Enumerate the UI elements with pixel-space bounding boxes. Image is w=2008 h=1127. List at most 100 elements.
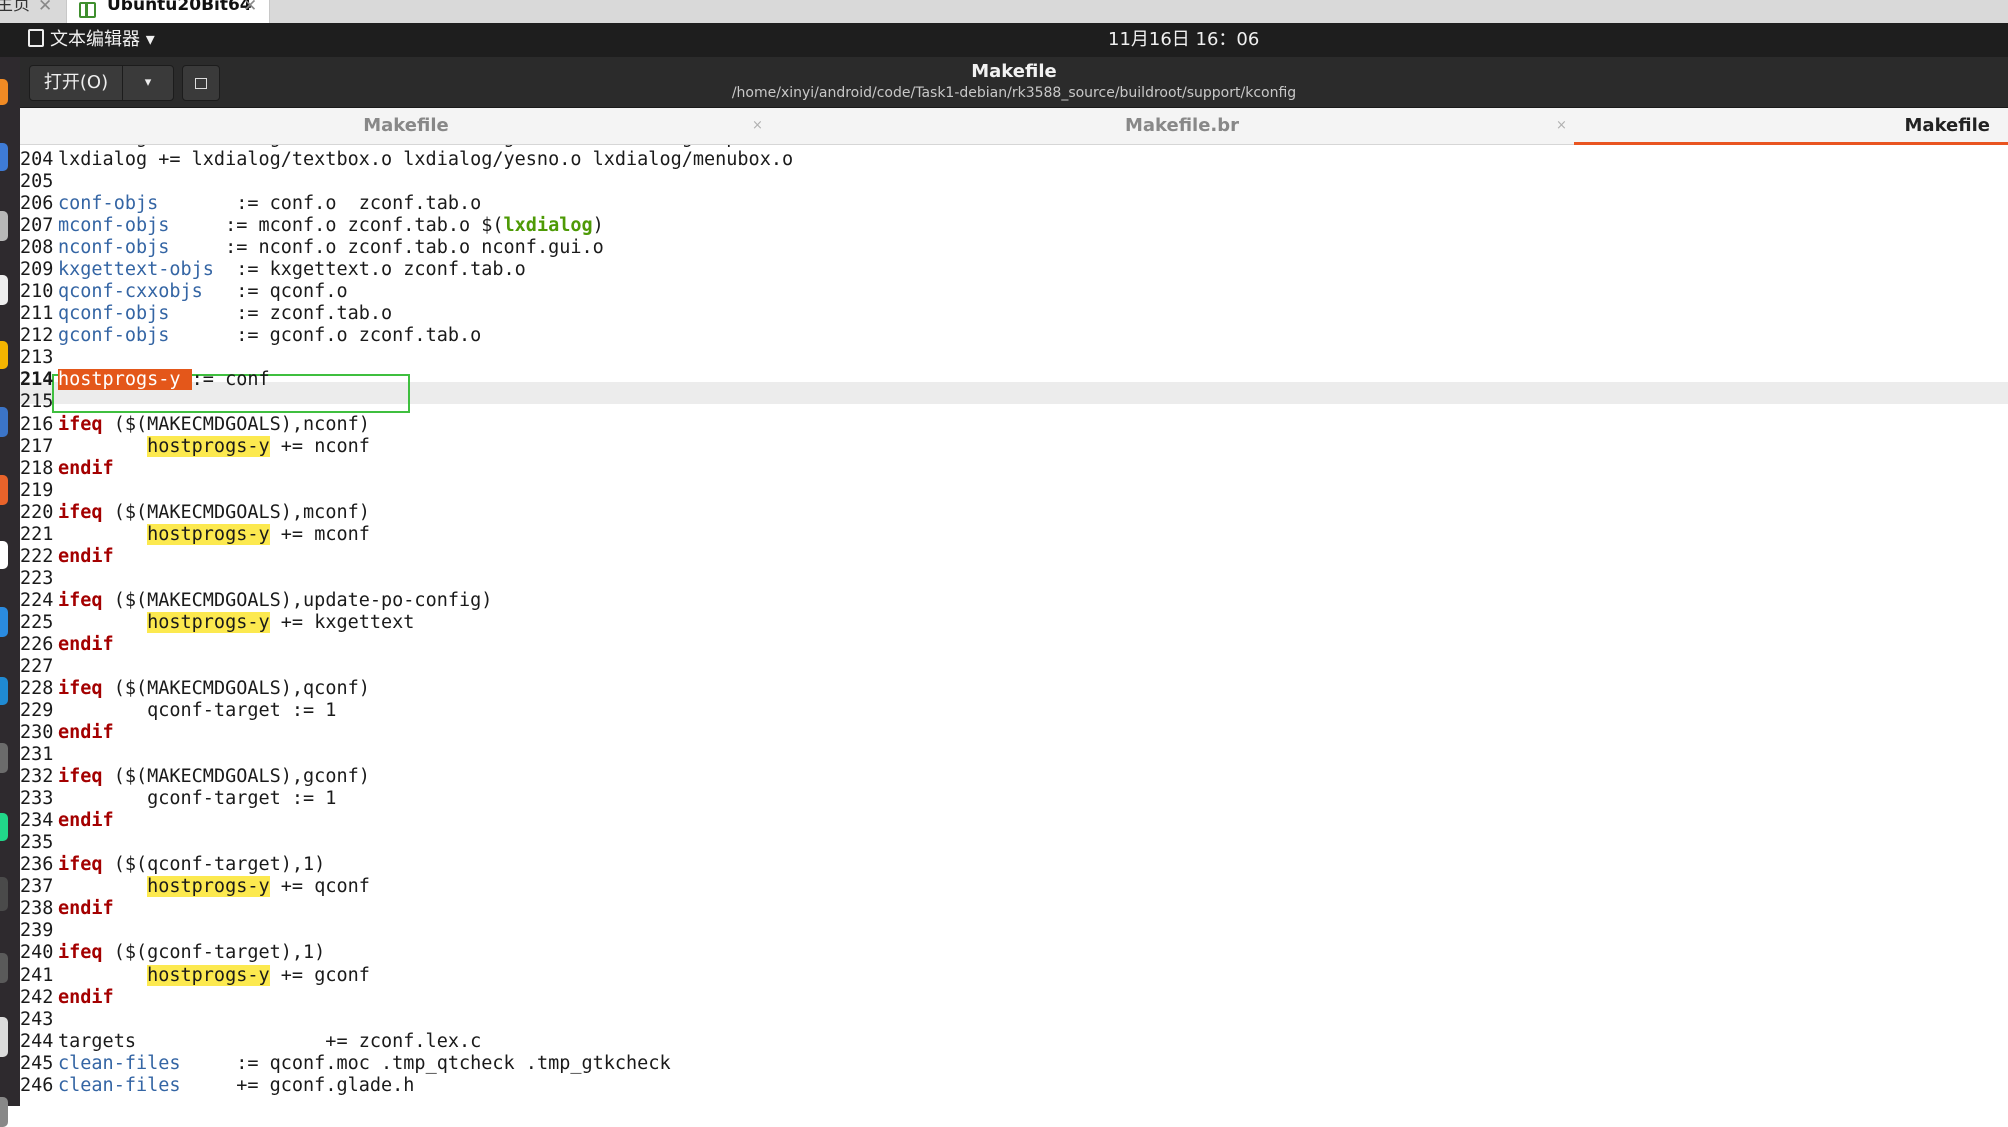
code-line[interactable]: 218 endif xyxy=(20,458,2008,480)
code-token: += gconf xyxy=(269,964,370,986)
code-line[interactable]: 240 ifeq ($(gconf-target),1) xyxy=(20,942,2008,964)
vm-tab-home[interactable]: 主页 ✕ xyxy=(0,0,60,23)
vm-tab-ubuntu-close-icon[interactable]: ✕ xyxy=(243,0,257,16)
code-line[interactable]: 237 hostprogs-y += qconf xyxy=(20,876,2008,898)
code-line[interactable]: 234 endif xyxy=(20,810,2008,832)
code-text: mconf-objs := mconf.o zconf.tab.o $(lxdi… xyxy=(58,215,604,237)
system-top-bar: 文本编辑器 ▾ 11月16日 16：06 xyxy=(0,23,2008,57)
code-line[interactable]: 205 xyxy=(20,171,2008,193)
keyword-token: endif xyxy=(58,898,114,920)
terminal-icon[interactable] xyxy=(0,275,8,305)
code-line[interactable]: 236 ifeq ($(qconf-target),1) xyxy=(20,854,2008,876)
tab-makefile-active[interactable]: Makefile xyxy=(1574,108,2008,145)
chrome-icon[interactable] xyxy=(0,607,8,637)
clock[interactable]: 11月16日 16：06 xyxy=(1108,23,1259,57)
code-line[interactable]: 242 endif xyxy=(20,987,2008,1009)
files-icon[interactable] xyxy=(0,813,8,841)
code-line[interactable]: 217 hostprogs-y += nconf xyxy=(20,435,2008,458)
search-match: hostprogs-y xyxy=(147,611,270,633)
thunderbird-icon[interactable] xyxy=(0,143,8,171)
app-icon[interactable] xyxy=(0,1017,8,1057)
code-line[interactable]: 223 xyxy=(20,568,2008,590)
code-line[interactable]: 227 xyxy=(20,656,2008,678)
line-number: 211 xyxy=(20,303,54,325)
code-line[interactable]: 216 ifeq ($(MAKECMDGOALS),nconf) xyxy=(20,414,2008,436)
code-token: lxdialog := lxdialog/checklist.o lxdialo… xyxy=(58,145,815,148)
code-line[interactable]: 243 xyxy=(20,1009,2008,1031)
code-text: endif xyxy=(58,987,114,1009)
show-apps-icon[interactable] xyxy=(0,953,8,983)
code-token: += nconf xyxy=(269,435,370,457)
code-line[interactable]: 209 kxgettext-objs := kxgettext.o zconf.t… xyxy=(20,259,2008,281)
code-line[interactable]: 220 ifeq ($(MAKECMDGOALS),mconf) xyxy=(20,502,2008,524)
code-line[interactable]: 230 endif xyxy=(20,722,2008,744)
code-line[interactable]: 219 xyxy=(20,480,2008,502)
libreoffice-writer-icon[interactable] xyxy=(0,407,8,437)
keyword-token: ifeq xyxy=(58,678,103,699)
code-line[interactable]: 214 hostprogs-y := conf xyxy=(20,369,2008,391)
code-line[interactable]: 238 endif xyxy=(20,898,2008,920)
code-text: hostprogs-y += qconf xyxy=(58,876,370,898)
keyword-token: ifeq xyxy=(58,766,103,788)
text-editor-area[interactable]: 203lxdialog := lxdialog/checklist.o lxdi… xyxy=(20,145,2008,1106)
code-token: := conf.o zconf.tab.o xyxy=(158,193,482,215)
line-number: 218 xyxy=(20,457,54,479)
line-number: 209 xyxy=(20,259,54,281)
code-text: ifeq ($(qconf-target),1) xyxy=(58,854,325,876)
tab-makefile-1[interactable]: Makefile × xyxy=(20,108,792,144)
vm-tab-home-close-icon[interactable]: ✕ xyxy=(38,0,52,15)
line-number: 205 xyxy=(20,171,54,193)
files-icon[interactable] xyxy=(0,211,8,241)
code-line[interactable]: 239 xyxy=(20,920,2008,942)
code-line[interactable]: 244 targets += zconf.lex.c xyxy=(20,1031,2008,1053)
line-number: 232 xyxy=(20,766,54,788)
tab-makefile-br[interactable]: Makefile.br × xyxy=(792,108,1572,144)
tab-close-icon[interactable]: × xyxy=(1556,108,1567,144)
code-line[interactable]: 233 gconf-target := 1 xyxy=(20,788,2008,810)
code-line[interactable]: 246 clean-files += gconf.glade.h xyxy=(20,1075,2008,1097)
code-token: += gconf.glade.h xyxy=(180,1074,415,1096)
code-line[interactable]: 221 hostprogs-y += mconf xyxy=(20,523,2008,546)
code-line[interactable]: 204 lxdialog += lxdialog/textbox.o lxdial… xyxy=(20,149,2008,171)
code-line[interactable]: 211 qconf-objs := zconf.tab.o xyxy=(20,303,2008,325)
app-menu[interactable]: 文本编辑器 ▾ xyxy=(28,23,155,57)
code-token: := qconf.moc .tmp_qtcheck .tmp_gtkcheck xyxy=(180,1052,671,1074)
code-token: gconf-target := 1 xyxy=(58,788,337,810)
code-line[interactable]: 212 gconf-objs := gconf.o zconf.tab.o xyxy=(20,325,2008,347)
keyword-token: ifeq xyxy=(58,413,103,435)
help-icon[interactable] xyxy=(0,541,8,569)
code-line[interactable]: 207 mconf-objs := mconf.o zconf.tab.o $(l… xyxy=(20,215,2008,237)
code-line[interactable]: 245 clean-files := qconf.moc .tmp_qtcheck… xyxy=(20,1053,2008,1075)
code-line[interactable]: 208 nconf-objs := nconf.o zconf.tab.o nco… xyxy=(20,237,2008,259)
code-line[interactable]: 210 qconf-cxxobjs := qconf.o xyxy=(20,281,2008,303)
vscode-icon[interactable] xyxy=(0,677,8,705)
code-line[interactable]: 206 conf-objs := conf.o zconf.tab.o xyxy=(20,193,2008,215)
rhythmbox-icon[interactable] xyxy=(0,341,8,369)
app-icon[interactable] xyxy=(0,1097,8,1127)
firefox-icon[interactable] xyxy=(0,79,8,105)
code-token: := conf xyxy=(191,369,270,391)
code-line[interactable]: 232 ifeq ($(MAKECMDGOALS),gconf) xyxy=(20,766,2008,788)
code-text: nconf-objs := nconf.o zconf.tab.o nconf.… xyxy=(58,237,604,259)
code-line[interactable]: 229 qconf-target := 1 xyxy=(20,700,2008,722)
code-line[interactable]: 215 xyxy=(20,391,2008,413)
code-token: += mconf xyxy=(269,523,370,545)
code-line[interactable]: 228 ifeq ($(MAKECMDGOALS),qconf) xyxy=(20,678,2008,700)
code-line[interactable]: 213 xyxy=(20,347,2008,369)
code-text: endif xyxy=(58,722,114,744)
code-token: := zconf.tab.o xyxy=(169,303,393,325)
code-line[interactable]: 241 hostprogs-y += gconf xyxy=(20,964,2008,987)
code-line[interactable]: 235 xyxy=(20,832,2008,854)
code-line[interactable]: 222 endif xyxy=(20,546,2008,568)
vm-tab-ubuntu[interactable]: Ubuntu20Bit64 ✕ xyxy=(66,0,270,24)
code-line[interactable]: 224 ifeq ($(MAKECMDGOALS),update-po-confi… xyxy=(20,590,2008,612)
code-line[interactable]: 226 endif xyxy=(20,634,2008,656)
code-line[interactable]: 231 xyxy=(20,744,2008,766)
vm-tab-home-label: 主页 xyxy=(0,0,30,15)
text-editor-icon[interactable] xyxy=(0,877,8,911)
code-text: ifeq ($(MAKECMDGOALS),nconf) xyxy=(58,414,370,436)
software-icon[interactable] xyxy=(0,475,8,505)
tab-close-icon[interactable]: × xyxy=(752,108,763,144)
code-line[interactable]: 225 hostprogs-y += kxgettext xyxy=(20,611,2008,634)
pycharm-icon[interactable] xyxy=(0,743,8,773)
